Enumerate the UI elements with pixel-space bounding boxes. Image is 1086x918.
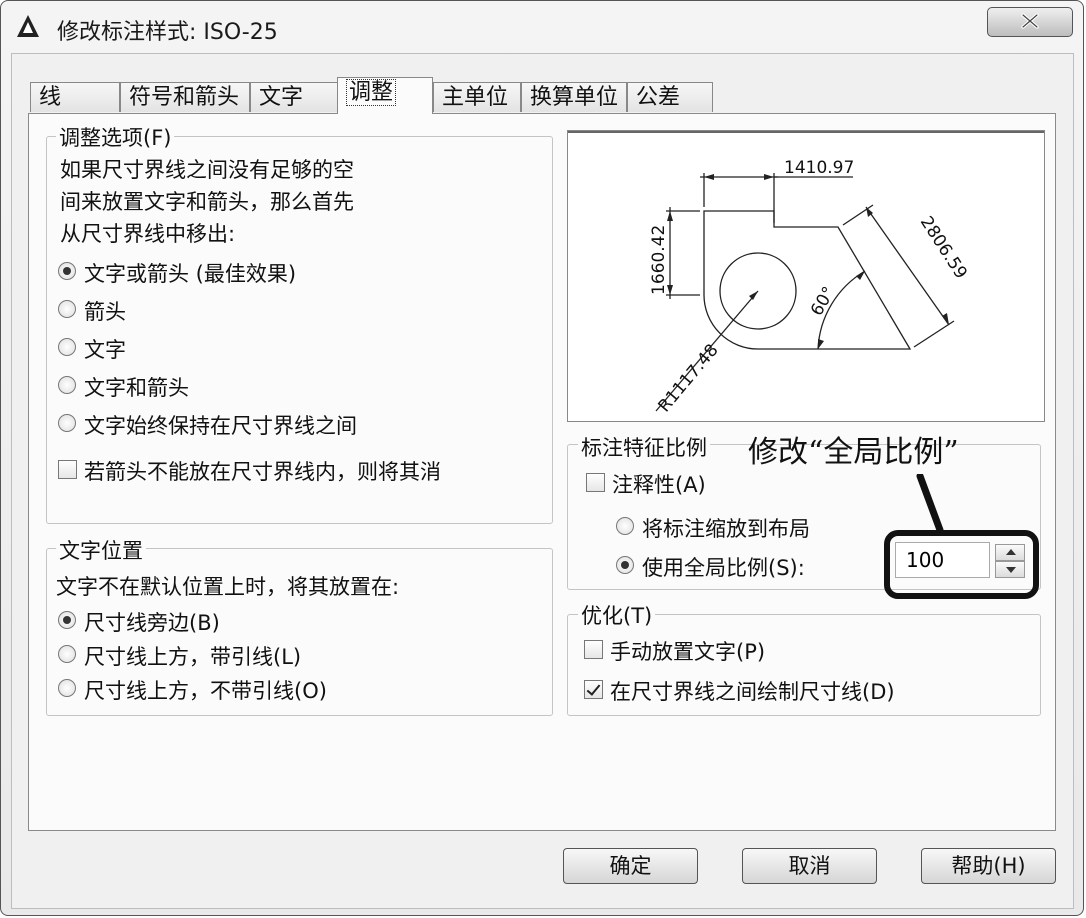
fit-options-legend: 调整选项(F) <box>56 122 175 152</box>
text-placement-legend: 文字位置 <box>56 535 146 565</box>
overall-scale-input[interactable] <box>895 542 990 578</box>
radio-text-or-arrows[interactable] <box>58 262 76 280</box>
radio-text-and-arrows-label[interactable]: 文字和箭头 <box>84 372 189 402</box>
radio-scale-to-layout-label[interactable]: 将标注缩放到布局 <box>642 513 810 543</box>
radio-text-label[interactable]: 文字 <box>84 334 126 364</box>
fit-description-line-3: 从尺寸界线中移出: <box>60 222 236 246</box>
preview-dim-horizontal: 1410.97 <box>784 158 854 178</box>
close-icon <box>1021 13 1039 29</box>
manual-text-checkbox[interactable] <box>584 640 603 659</box>
fit-description-line-1: 如果尺寸界线之间没有足够的空 <box>60 158 354 182</box>
radio-over-with-leader[interactable] <box>58 645 76 663</box>
preview-dim-aligned: 2806.59 <box>916 213 971 283</box>
close-button[interactable] <box>987 7 1073 37</box>
radio-arrows-label[interactable]: 箭头 <box>84 296 126 326</box>
radio-use-overall-scale-label[interactable]: 使用全局比例(S): <box>642 552 805 582</box>
preview-part-outline <box>703 210 912 350</box>
radio-over-without-leader[interactable] <box>58 679 76 697</box>
scale-legend: 标注特征比例 <box>578 432 710 462</box>
manual-text-label[interactable]: 手动放置文字(P) <box>610 636 765 666</box>
help-button[interactable]: 帮助(H) <box>921 848 1056 884</box>
preview-dim-vertical: 1660.42 <box>649 225 669 295</box>
radio-beside-dim-line[interactable] <box>58 611 76 629</box>
autocad-app-icon <box>17 15 39 37</box>
tab-primary-units[interactable]: 主单位 <box>433 82 521 112</box>
tab-tolerances[interactable]: 公差 <box>627 82 713 112</box>
tab-fit[interactable]: 调整 <box>337 77 433 114</box>
radio-always-keep-text-label[interactable]: 文字始终保持在尺寸界线之间 <box>84 410 357 440</box>
preview-dim-angle: 60° <box>807 283 839 319</box>
window-title: 修改标注样式: ISO-25 <box>57 20 278 45</box>
annotative-checkbox[interactable] <box>586 473 605 492</box>
dimension-preview-drawing: 1410.97 1660.42 2806.59 60° R1117.48 <box>649 158 971 416</box>
spin-up-button[interactable] <box>995 544 1025 561</box>
radio-text[interactable] <box>58 338 76 356</box>
suppress-arrows-checkbox[interactable] <box>58 460 77 479</box>
radio-use-overall-scale[interactable] <box>616 556 634 574</box>
fine-tuning-legend: 优化(T) <box>578 600 656 630</box>
title-bar: 修改标注样式: ISO-25 <box>1 1 1083 51</box>
tab-lines[interactable]: 线 <box>30 82 120 112</box>
tab-alternate-units[interactable]: 换算单位 <box>521 82 627 112</box>
radio-text-and-arrows[interactable] <box>58 376 76 394</box>
tab-text[interactable]: 文字 <box>250 82 338 112</box>
radio-beside-dim-line-label[interactable]: 尺寸线旁边(B) <box>84 607 220 637</box>
ok-button[interactable]: 确定 <box>563 848 698 884</box>
radio-over-without-leader-label[interactable]: 尺寸线上方，不带引线(O) <box>84 675 327 705</box>
spin-down-button[interactable] <box>995 561 1025 578</box>
fit-description-line-2: 间来放置文字和箭头，那么首先 <box>60 190 354 214</box>
annotation-pointer <box>916 474 944 534</box>
cancel-button[interactable]: 取消 <box>742 848 877 884</box>
radio-text-or-arrows-label[interactable]: 文字或箭头 (最佳效果) <box>84 258 296 288</box>
radio-arrows[interactable] <box>58 300 76 318</box>
preview-panel: 1410.97 1660.42 2806.59 60° R1117.48 <box>567 130 1045 422</box>
draw-dim-line-checkbox[interactable] <box>584 680 603 699</box>
radio-scale-to-layout[interactable] <box>616 517 634 535</box>
annotation-callout-text: 修改“全局比例” <box>748 435 959 470</box>
annotative-label[interactable]: 注释性(A) <box>612 469 706 499</box>
text-placement-description: 文字不在默认位置上时，将其放置在: <box>56 575 400 599</box>
radio-over-with-leader-label[interactable]: 尺寸线上方，带引线(L) <box>84 641 301 671</box>
draw-dim-line-label[interactable]: 在尺寸界线之间绘制尺寸线(D) <box>610 676 895 706</box>
radio-always-keep-text[interactable] <box>58 414 76 432</box>
tab-symbols-arrows[interactable]: 符号和箭头 <box>120 82 250 112</box>
suppress-arrows-label[interactable]: 若箭头不能放在尺寸界线内，则将其消 <box>84 456 441 486</box>
preview-dim-radius: R1117.48 <box>655 340 723 416</box>
